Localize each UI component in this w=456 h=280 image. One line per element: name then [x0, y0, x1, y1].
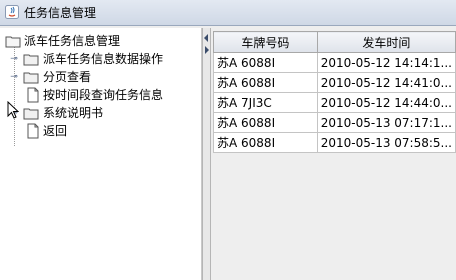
document-icon [27, 123, 39, 139]
tree-item-label: 返回 [43, 124, 68, 138]
collapse-right-icon[interactable] [205, 46, 209, 54]
app-window: 任务信息管理 派车任务信息管理 ⊸ 派车任务信息数据操作 ⊸ 分页查看 按时间段… [0, 0, 456, 280]
tree-item-label: 系统说明书 [43, 106, 104, 120]
collapse-left-icon[interactable] [204, 34, 208, 42]
tree-item-label: 按时间段查询任务信息 [43, 88, 164, 102]
column-header-plate[interactable]: 车牌号码 [213, 31, 318, 53]
tree-root-label: 派车任务信息管理 [24, 34, 121, 48]
tree-item-return[interactable]: 返回 [0, 122, 200, 140]
folder-icon [23, 54, 39, 66]
title-bar[interactable]: 任务信息管理 [0, 0, 456, 26]
plate-cell: 苏A 6088I [213, 52, 318, 73]
tree-root[interactable]: 派车任务信息管理 [0, 32, 200, 50]
time-cell: 2010-05-12 14:44:0... [316, 92, 456, 113]
folder-open-icon [5, 36, 21, 48]
tree-item-label: 分页查看 [43, 70, 92, 84]
tree-item-manual[interactable]: ⊸ 系统说明书 [0, 104, 200, 122]
table-header-row: 车牌号码 发车时间 [213, 31, 456, 53]
table-row[interactable]: 苏A 6088I 2010-05-13 07:17:1... [213, 112, 456, 133]
table-row[interactable]: 苏A 6088I 2010-05-13 07:58:5... [213, 132, 456, 153]
plate-cell: 苏A 6088I [213, 112, 318, 133]
document-icon [27, 87, 39, 103]
tree-item-page-view[interactable]: ⊸ 分页查看 [0, 68, 200, 86]
time-cell: 2010-05-13 07:58:5... [316, 132, 456, 153]
time-cell: 2010-05-13 07:17:1... [316, 112, 456, 133]
time-cell: 2010-05-12 14:14:1... [316, 52, 456, 73]
expand-toggle-icon[interactable]: ⊸ [9, 54, 19, 64]
split-pane-divider[interactable] [202, 28, 211, 280]
window-title: 任务信息管理 [24, 6, 97, 20]
java-app-icon [5, 5, 19, 19]
folder-icon [23, 108, 39, 120]
table-panel: 车牌号码 发车时间 苏A 6088I 2010-05-12 14:14:1...… [211, 28, 456, 280]
expand-toggle-icon[interactable]: ⊸ [9, 72, 19, 82]
mouse-cursor-icon [7, 101, 19, 119]
time-cell: 2010-05-12 14:41:0... [316, 72, 456, 93]
table-row[interactable]: 苏A 6088I 2010-05-12 14:14:1... [213, 52, 456, 73]
tree-item-label: 派车任务信息数据操作 [43, 52, 164, 66]
plate-cell: 苏A 6088I [213, 72, 318, 93]
plate-cell: 苏A 6088I [213, 132, 318, 153]
column-header-departure-time[interactable]: 发车时间 [316, 31, 456, 53]
tree-item-data-operations[interactable]: ⊸ 派车任务信息数据操作 [0, 50, 200, 68]
task-table[interactable]: 车牌号码 发车时间 苏A 6088I 2010-05-12 14:14:1...… [213, 31, 456, 153]
table-row[interactable]: 苏A 7JI3C 2010-05-12 14:44:0... [213, 92, 456, 113]
tree-item-time-query[interactable]: 按时间段查询任务信息 [0, 86, 200, 104]
table-row[interactable]: 苏A 6088I 2010-05-12 14:41:0... [213, 72, 456, 93]
folder-icon [23, 72, 39, 84]
tree-panel[interactable]: 派车任务信息管理 ⊸ 派车任务信息数据操作 ⊸ 分页查看 按时间段查询任务信息 [0, 28, 202, 280]
plate-cell: 苏A 7JI3C [213, 92, 318, 113]
